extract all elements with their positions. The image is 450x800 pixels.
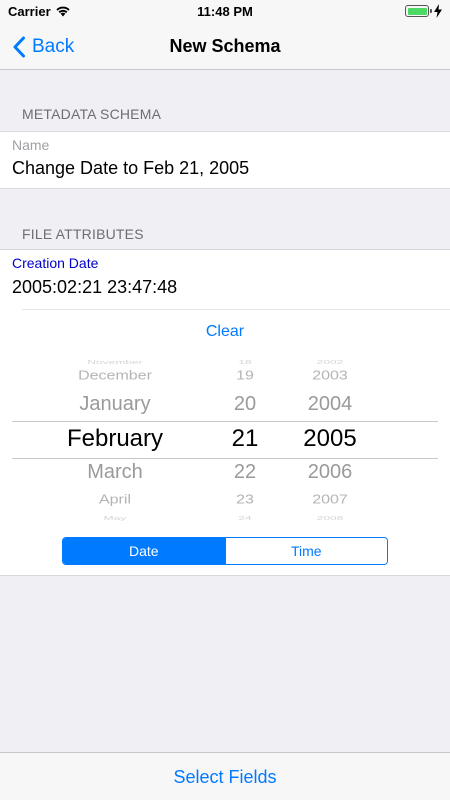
year-option[interactable]: 2003 <box>290 369 370 384</box>
month-option[interactable]: March <box>60 461 170 484</box>
date-time-segmented-control: Date Time <box>62 537 388 565</box>
name-field[interactable]: Name Change Date to Feb 21, 2005 <box>0 131 450 189</box>
creation-date-label: Creation Date <box>12 255 99 271</box>
month-wheel[interactable]: November December January February March… <box>60 355 170 523</box>
month-option[interactable]: April <box>60 493 170 508</box>
bottom-toolbar: Select Fields <box>0 752 450 800</box>
year-option[interactable]: 2008 <box>290 515 370 521</box>
year-option[interactable]: 2006 <box>290 461 370 484</box>
day-option[interactable]: 24 <box>215 515 275 521</box>
navigation-bar: Back New Schema <box>0 24 450 70</box>
battery-level <box>407 7 427 15</box>
status-bar: Carrier 11:48 PM <box>0 0 450 24</box>
creation-date-value[interactable]: 2005:02:21 23:47:48 <box>12 277 177 298</box>
page-title: New Schema <box>169 36 281 56</box>
year-option[interactable]: 2004 <box>290 393 370 416</box>
separator <box>22 309 450 310</box>
day-option[interactable]: 20 <box>215 393 275 416</box>
day-option[interactable]: 23 <box>215 493 275 508</box>
status-time: 11:48 PM <box>197 4 253 19</box>
day-option[interactable]: 18 <box>215 359 275 365</box>
month-option[interactable]: November <box>60 359 170 365</box>
section-header-metadata: METADATA SCHEMA <box>22 106 162 122</box>
screen: Carrier 11:48 PM Back New Schema METADAT… <box>0 0 450 800</box>
day-option-selected[interactable]: 21 <box>215 425 275 453</box>
year-option[interactable]: 2007 <box>290 493 370 508</box>
battery-icon <box>405 5 429 17</box>
year-wheel[interactable]: 2002 2003 2004 2005 2006 2007 2008 <box>290 355 370 523</box>
month-option-selected[interactable]: February <box>60 425 170 453</box>
name-label: Name <box>12 137 50 153</box>
charging-icon <box>434 4 442 18</box>
battery-nub <box>430 9 432 13</box>
year-option[interactable]: 2002 <box>290 359 370 365</box>
year-option-selected[interactable]: 2005 <box>290 425 370 453</box>
day-option[interactable]: 19 <box>215 369 275 384</box>
name-value[interactable]: Change Date to Feb 21, 2005 <box>12 158 249 179</box>
month-option[interactable]: January <box>60 393 170 416</box>
day-option[interactable]: 22 <box>215 461 275 484</box>
clear-button[interactable]: Clear <box>0 323 450 341</box>
segment-time[interactable]: Time <box>224 538 387 564</box>
date-picker[interactable]: November December January February March… <box>0 355 450 523</box>
select-fields-button[interactable]: Select Fields <box>0 767 450 788</box>
month-option[interactable]: December <box>60 369 170 384</box>
segment-date[interactable]: Date <box>63 538 225 564</box>
section-header-file-attributes: FILE ATTRIBUTES <box>22 226 144 242</box>
creation-date-cell: Creation Date 2005:02:21 23:47:48 Clear … <box>0 249 450 576</box>
month-option[interactable]: May <box>60 515 170 521</box>
day-wheel[interactable]: 18 19 20 21 22 23 24 <box>215 355 275 523</box>
